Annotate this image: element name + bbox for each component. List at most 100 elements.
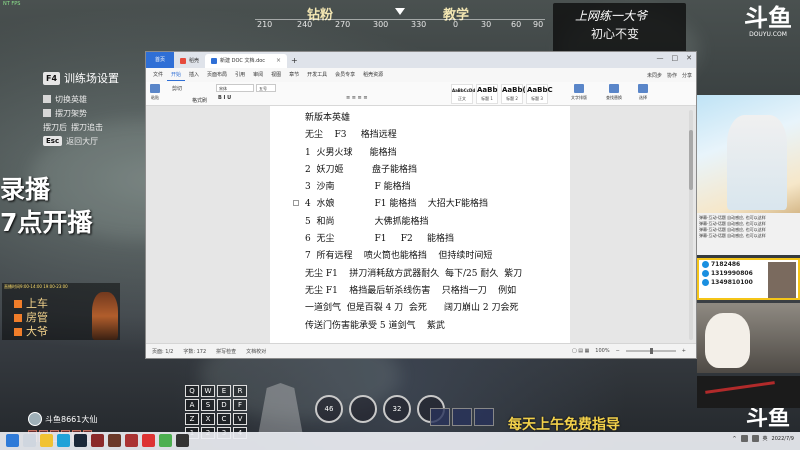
tray-expand-icon[interactable]: ^ (732, 436, 736, 442)
find-replace-button[interactable]: 查找替换 (606, 84, 622, 101)
menu-developer[interactable]: 开发工具 (303, 69, 331, 81)
select-button[interactable]: 选择 (638, 84, 648, 101)
menu-layout[interactable]: 页面布局 (203, 69, 231, 81)
tab-document[interactable]: 新建 DOC 文档.doc × (205, 54, 288, 68)
view-icons[interactable]: ▢ ▤ ▦ (572, 348, 589, 354)
chat-panel: 弹幕-互动-话题 自动感应, 也可以这样 弹幕-互动-话题 自动感应, 也可以这… (697, 213, 800, 255)
compass-tick: 330 (411, 20, 427, 29)
close-button[interactable]: ✕ (686, 54, 692, 62)
document-page[interactable]: 新版本英雄 无尘 F3 格挡远程 1 火男火球 能格挡 2 妖刀姬 盘子能格挡 … (270, 106, 570, 345)
stream-time-text: 7点开播 (0, 208, 93, 237)
ribbon-toolbar: 粘贴 剪切 格式刷 宋体 五号 B I U ≡ ≡ ≡ ≡ AaBbCcDd 正文… (146, 82, 696, 106)
game-icon[interactable] (125, 434, 138, 447)
network-icon[interactable] (740, 435, 748, 442)
align-buttons[interactable]: ≡ ≡ ≡ ≡ (346, 95, 368, 101)
paste-button[interactable]: 粘贴 (150, 84, 160, 101)
training-item[interactable]: 摆刀后 摆刀追击 (43, 120, 153, 134)
style-heading2[interactable]: AaBb(标题 2 (501, 84, 526, 104)
doc-check[interactable]: 文档校对 (246, 348, 266, 355)
doc-line: 6 无尘 F1 F2 能格挡 (305, 234, 455, 245)
style-normal[interactable]: AaBbCcDd 正文 (451, 84, 475, 104)
menu-docer[interactable]: 稻壳资源 (359, 69, 387, 81)
compass-tick: 0 (453, 20, 459, 29)
game-icon[interactable] (91, 434, 104, 447)
menu-review[interactable]: 审阅 (249, 69, 267, 81)
zoom-out-button[interactable]: − (616, 348, 620, 354)
doc-line: 3 沙南 F 能格挡 (305, 182, 411, 193)
maximize-button[interactable]: □ (672, 54, 679, 62)
clock-date[interactable]: 2022/7/9 (772, 436, 794, 442)
menu-insert[interactable]: 插入 (185, 69, 203, 81)
windows-start-icon[interactable] (6, 434, 19, 447)
doc-line: 无尘 F1 拼刀消耗敌方武器耐久 每下/25 耐久 紫刀 (305, 268, 523, 279)
key-icon (43, 109, 51, 117)
hud-key: C (217, 413, 231, 425)
collab-button[interactable]: 协作 (667, 72, 677, 79)
menu-file[interactable]: 文件 (149, 69, 167, 81)
training-item[interactable]: Esc 返回大厅 (43, 134, 153, 148)
steam-icon[interactable] (74, 434, 87, 447)
bold-button[interactable]: B I U (218, 95, 231, 101)
paste-icon (150, 84, 160, 93)
size-select[interactable]: 五号 (256, 84, 276, 92)
share-button[interactable]: 分享 (682, 72, 692, 79)
hud-key: A (185, 399, 199, 411)
sync-status[interactable]: 未同步 (647, 72, 662, 79)
hud-key: V (233, 413, 247, 425)
chrome-icon[interactable] (159, 434, 172, 447)
training-item[interactable]: 切换英雄 (43, 92, 153, 106)
vertical-scrollbar[interactable] (689, 110, 693, 340)
flag-icon (14, 314, 22, 322)
close-icon: × (276, 57, 282, 64)
menu-home[interactable]: 开始 (167, 69, 186, 81)
skill-icon (349, 395, 377, 423)
schedule-row: 大爷 (14, 323, 48, 339)
minimize-button[interactable]: — (657, 54, 664, 62)
style-heading1[interactable]: AaBb 标题 1 (476, 84, 498, 104)
tab-dao[interactable]: 稻壳 (174, 54, 205, 68)
cut-button[interactable]: 剪切 (172, 85, 182, 92)
spell-check[interactable]: 拼写检查 (216, 348, 236, 355)
flag-icon (14, 328, 22, 336)
document-area[interactable]: 新版本英雄 无尘 F3 格挡远程 1 火男火球 能格挡 2 妖刀姬 盘子能格挡 … (146, 106, 696, 345)
banner-line2: 初心不变 (591, 27, 640, 41)
game-icon[interactable] (108, 434, 121, 447)
text-tools-button[interactable]: 文字排版 (571, 84, 587, 101)
zoom-slider[interactable] (625, 348, 676, 354)
doc-line: 传送门伤害能承受 5 道剑气 紫武 (305, 320, 445, 331)
menu-member[interactable]: 会员专享 (331, 69, 359, 81)
word-count[interactable]: 字数: 172 (183, 348, 206, 355)
file-explorer-icon[interactable] (40, 434, 53, 447)
hud-key: R (233, 385, 247, 397)
doc-line: 2 妖刀姬 盘子能格挡 (305, 164, 418, 175)
training-item[interactable]: 摆刀架势 (43, 106, 153, 120)
doc-line: 4 水娘 F1 能格挡 大招大F能格挡 (305, 199, 489, 210)
search-icon[interactable] (23, 434, 36, 447)
qq-icon (702, 270, 709, 277)
volume-icon[interactable] (751, 435, 759, 442)
doc-line: 一道剑气 但是百裂 4 刀 会死 阔刀崩山 2 刀会死 (305, 303, 519, 314)
edge-icon[interactable] (57, 434, 70, 447)
bottom-banner-text: 每天上午免费指导 (508, 417, 620, 433)
training-key: F4 (43, 71, 61, 85)
new-tab-button[interactable]: + (287, 54, 302, 68)
recording-overlay-text: 录播 (0, 175, 51, 204)
doc-line: 无尘 F3 格挡远程 (305, 130, 397, 141)
hud-key: Q (185, 385, 199, 397)
item-slot (452, 408, 472, 426)
tab-home[interactable]: 首页 (146, 52, 175, 68)
wps-icon[interactable] (142, 434, 155, 447)
hud-keys: QWER ASDF ZXCV 1234 (185, 385, 247, 439)
douyu-logo-bottom: 斗鱼 (745, 406, 790, 431)
menu-chapter[interactable]: 章节 (285, 69, 303, 81)
obs-icon[interactable] (176, 434, 189, 447)
menu-view[interactable]: 视图 (267, 69, 285, 81)
player-name: 斗鱼8661大仙 (45, 414, 98, 424)
format-painter-button[interactable]: 格式刷 (192, 97, 207, 104)
zoom-in-button[interactable]: + (682, 348, 686, 354)
input-method[interactable]: 英 (763, 435, 768, 442)
item-slots (430, 408, 494, 426)
style-heading3[interactable]: AaBbC 标题 3 (526, 84, 553, 104)
menu-references[interactable]: 引用 (231, 69, 249, 81)
font-select[interactable]: 宋体 (216, 84, 254, 92)
